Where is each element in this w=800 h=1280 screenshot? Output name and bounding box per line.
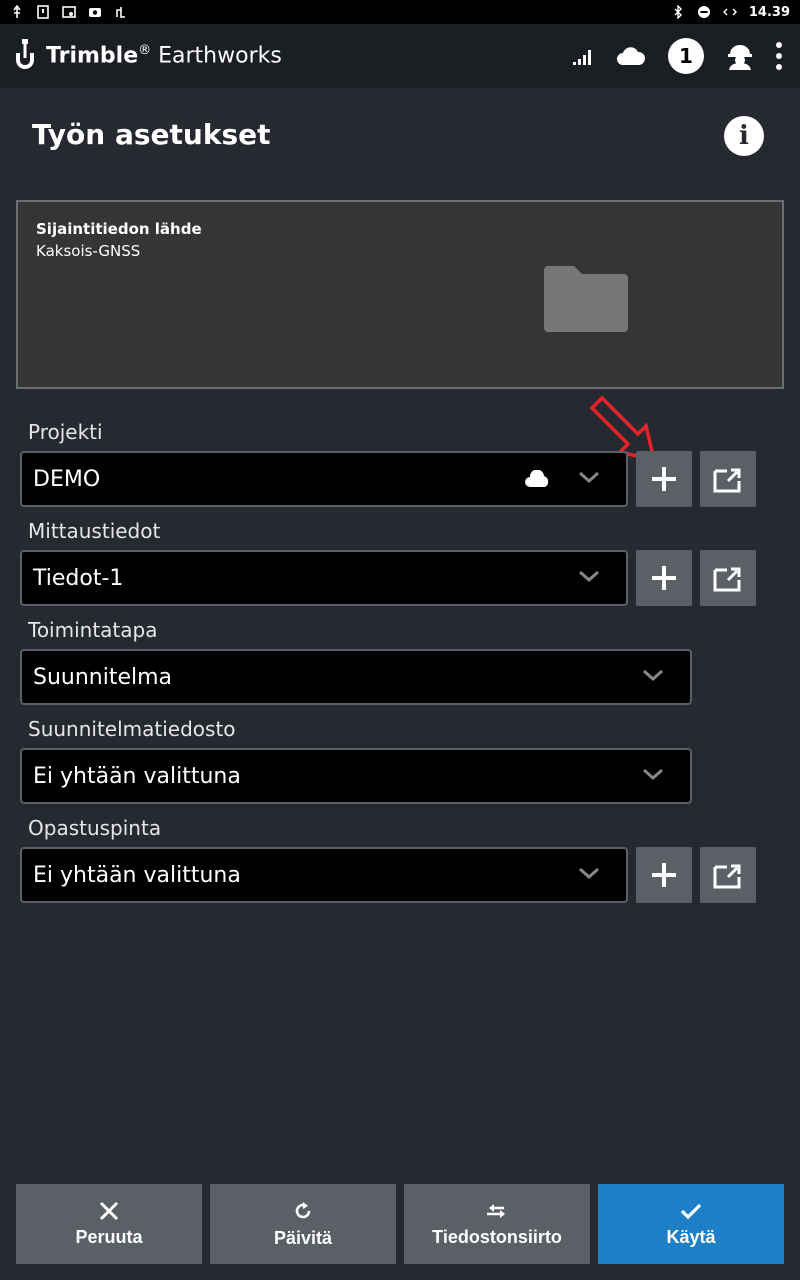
open-surface-button[interactable] xyxy=(700,847,756,903)
add-project-button[interactable] xyxy=(636,451,692,507)
refresh-button[interactable]: Päivitä xyxy=(210,1184,396,1264)
transfer-icon xyxy=(487,1203,505,1218)
signal-icon xyxy=(573,50,591,65)
plus-icon xyxy=(652,566,676,590)
chevron-down-icon xyxy=(579,867,599,880)
refresh-label: Päivitä xyxy=(273,1227,333,1248)
position-source-panel[interactable]: Sijaintitiedon lähde Kaksois-GNSS xyxy=(16,200,784,389)
operator-hardhat-icon[interactable] xyxy=(726,42,754,70)
mittaustiedot-label: Mittaustiedot xyxy=(28,519,161,543)
open-external-icon xyxy=(713,468,741,493)
trimble-logo-icon xyxy=(16,39,34,69)
plus-icon xyxy=(652,863,676,887)
info-button[interactable]: i xyxy=(724,116,764,156)
source-value: Kaksois-GNSS xyxy=(36,242,141,260)
chevron-down-icon xyxy=(643,768,663,781)
info-icon: i xyxy=(739,121,749,151)
bluetooth-icon xyxy=(674,5,682,19)
opastuspinta-label: Opastuspinta xyxy=(28,816,162,840)
add-surface-button[interactable] xyxy=(636,847,692,903)
file-transfer-button[interactable]: Tiedostonsiirto xyxy=(404,1184,590,1264)
plus-icon xyxy=(652,467,676,491)
chevron-down-icon xyxy=(579,570,599,583)
cancel-button[interactable]: Peruuta xyxy=(16,1184,202,1264)
folder-icon xyxy=(544,266,628,332)
data-saver-icon xyxy=(722,8,737,16)
suunnitelmatiedosto-select[interactable]: Ei yhtään valittuna xyxy=(20,748,692,804)
mittaustiedot-select[interactable]: Tiedot-1 xyxy=(20,550,628,606)
brand: Trimble® Earthworks xyxy=(14,39,282,73)
opastuspinta-value: Ei yhtään valittuna xyxy=(33,862,241,888)
status-time: 14.39 xyxy=(748,4,790,20)
apply-label: Käytä xyxy=(666,1226,716,1247)
close-icon xyxy=(99,1201,119,1220)
projekti-label: Projekti xyxy=(28,420,103,444)
page-title: Työn asetukset xyxy=(32,118,271,151)
cancel-label: Peruuta xyxy=(75,1226,143,1247)
toimintatapa-select[interactable]: Suunnitelma xyxy=(20,649,692,705)
add-measurement-button[interactable] xyxy=(636,550,692,606)
camera-icon xyxy=(89,8,101,17)
open-external-icon xyxy=(713,864,741,889)
status-bar: 14.39 xyxy=(0,0,800,24)
image-icon xyxy=(62,6,76,18)
notification-badge[interactable]: 1 xyxy=(668,38,704,74)
link-icon xyxy=(116,7,125,18)
device-icon xyxy=(37,5,49,19)
open-measurement-button[interactable] xyxy=(700,550,756,606)
projekti-value: DEMO xyxy=(33,466,101,492)
transfer-label: Tiedostonsiirto xyxy=(432,1226,562,1247)
app-title: Trimble® Earthworks xyxy=(46,43,282,69)
toimintatapa-label: Toimintatapa xyxy=(28,618,158,642)
toimintatapa-value: Suunnitelma xyxy=(33,664,173,690)
suunnitelmatiedosto-value: Ei yhtään valittuna xyxy=(33,763,241,789)
mittaustiedot-value: Tiedot-1 xyxy=(33,565,124,591)
cloud-icon xyxy=(525,470,549,487)
open-project-button[interactable] xyxy=(700,451,756,507)
open-external-icon xyxy=(713,567,741,592)
app-bar: Trimble® Earthworks 1 xyxy=(0,24,800,88)
cloud-icon[interactable] xyxy=(616,46,646,66)
chevron-down-icon xyxy=(643,669,663,682)
projekti-select[interactable]: DEMO xyxy=(20,451,628,507)
opastuspinta-select[interactable]: Ei yhtään valittuna xyxy=(20,847,628,903)
chevron-down-icon xyxy=(579,471,599,484)
usb-icon xyxy=(13,5,21,18)
suunnitelmatiedosto-label: Suunnitelmatiedosto xyxy=(28,717,236,741)
do-not-disturb-icon xyxy=(697,6,710,18)
more-vert-icon[interactable] xyxy=(776,42,782,70)
refresh-icon xyxy=(295,1201,311,1218)
check-icon xyxy=(680,1203,702,1219)
source-label: Sijaintitiedon lähde xyxy=(36,220,202,238)
apply-button[interactable]: Käytä xyxy=(598,1184,784,1264)
